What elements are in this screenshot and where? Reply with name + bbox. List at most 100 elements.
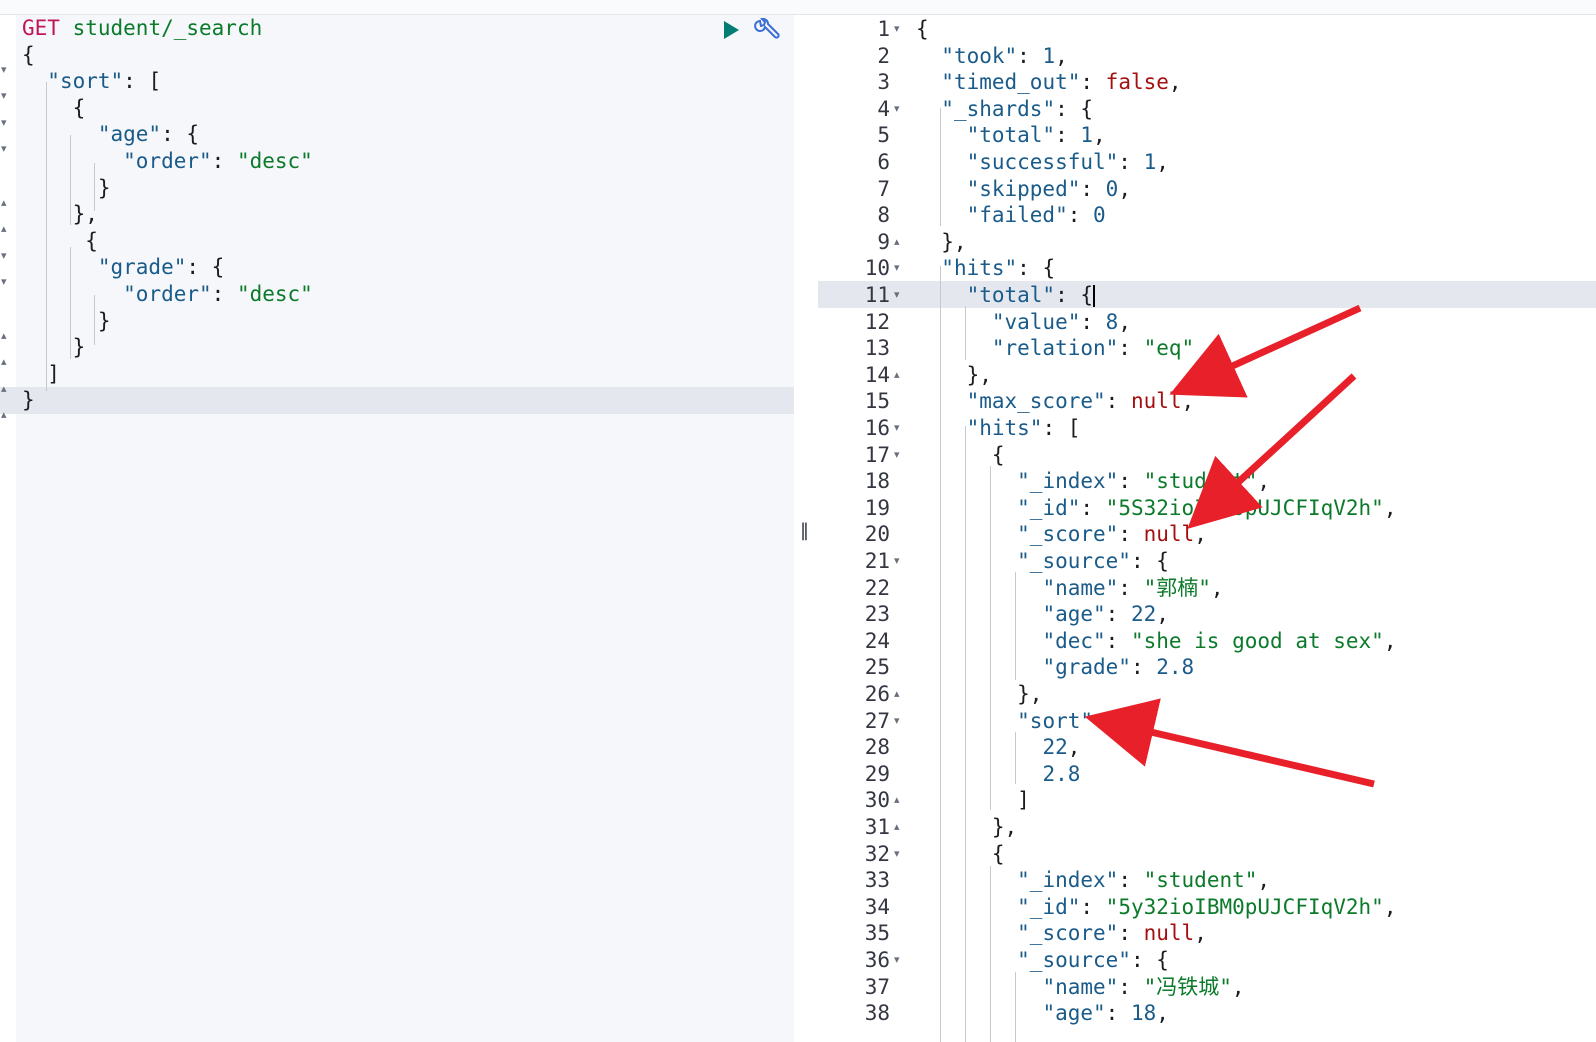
response-code-line[interactable]: "grade": 2.8 xyxy=(916,654,1194,681)
response-code-line[interactable]: "_score": null, xyxy=(916,521,1207,548)
request-code-line[interactable]: { xyxy=(22,42,35,69)
response-code-line[interactable]: "failed": 0 xyxy=(916,202,1106,229)
play-icon[interactable] xyxy=(722,20,740,40)
response-code-line[interactable]: "total": 1, xyxy=(916,122,1106,149)
fold-arrow-icon[interactable]: ▴ xyxy=(894,814,908,841)
response-code-line[interactable]: "_shards": { xyxy=(916,96,1093,123)
line-number: 15 xyxy=(864,389,890,414)
response-code-line[interactable]: "successful": 1, xyxy=(916,149,1169,176)
response-code-line[interactable]: "relation": "eq" xyxy=(916,335,1194,362)
fold-arrow-icon[interactable]: ▾ xyxy=(894,947,908,974)
request-code-line[interactable]: ] xyxy=(22,361,60,388)
response-code-line[interactable]: "_id": "5S32ioIBM0pUJCFIqV2h", xyxy=(916,495,1396,522)
line-number: 32 xyxy=(864,841,890,866)
indent-guide xyxy=(965,306,966,360)
fold-arrow-icon[interactable]: ▴ xyxy=(894,787,908,814)
response-code-line[interactable]: { xyxy=(916,442,1005,469)
fold-arrow-icon[interactable]: ▾ xyxy=(894,841,908,868)
fold-arrow-icon[interactable]: ▾ xyxy=(894,708,908,735)
response-code-line[interactable]: }, xyxy=(916,362,992,389)
wrench-icon[interactable] xyxy=(754,17,780,43)
response-code-line[interactable]: }, xyxy=(916,681,1042,708)
response-code-line[interactable]: ] xyxy=(916,787,1030,814)
line-number: 35 xyxy=(864,921,890,946)
response-code-line[interactable]: "_index": "student", xyxy=(916,867,1270,894)
splitter-grip-icon[interactable]: ‖ xyxy=(800,520,809,541)
fold-arrow-icon[interactable]: ▴ xyxy=(894,229,908,256)
request-code-line[interactable]: { xyxy=(22,95,86,122)
request-method-line[interactable]: GET student/_search xyxy=(22,15,262,42)
fold-arrow-icon[interactable]: ▾ xyxy=(1,269,13,296)
request-method: GET xyxy=(22,16,60,40)
request-path: student/_search xyxy=(72,16,263,40)
fold-arrow-icon[interactable]: ▴ xyxy=(894,681,908,708)
response-code-line[interactable]: "sort": [ xyxy=(916,708,1131,735)
line-number: 8 xyxy=(877,203,890,228)
fold-arrow-icon[interactable]: ▾ xyxy=(894,96,908,123)
response-code-line[interactable]: "_id": "5y32ioIBM0pUJCFIqV2h", xyxy=(916,894,1396,921)
response-code-line[interactable]: { xyxy=(916,841,1005,868)
response-code-line[interactable]: "total": { xyxy=(916,282,1096,309)
fold-arrow-icon[interactable]: ▾ xyxy=(894,255,908,282)
request-code-line[interactable]: } xyxy=(22,334,86,361)
response-code-line[interactable]: { xyxy=(916,16,929,43)
fold-arrow-icon[interactable]: ▴ xyxy=(1,190,13,217)
fold-arrow-icon[interactable]: ▾ xyxy=(1,110,13,137)
request-code-line[interactable]: } xyxy=(22,308,111,335)
request-code-line[interactable]: "order": "desc" xyxy=(22,148,313,175)
response-code-line[interactable]: }, xyxy=(916,229,966,256)
fold-arrow-icon[interactable]: ▴ xyxy=(1,323,13,350)
fold-arrow-icon[interactable]: ▾ xyxy=(894,16,908,43)
response-code-line[interactable]: "dec": "she is good at sex", xyxy=(916,628,1396,655)
line-number: 20 xyxy=(864,522,890,547)
fold-arrow-icon[interactable]: ▾ xyxy=(894,282,908,309)
request-code-line[interactable]: "order": "desc" xyxy=(22,281,313,308)
fold-arrow-icon[interactable]: ▾ xyxy=(1,83,13,110)
response-code-line[interactable]: "value": 8, xyxy=(916,309,1131,336)
fold-arrow-icon[interactable]: ▾ xyxy=(894,442,908,469)
fold-arrow-icon[interactable]: ▾ xyxy=(1,136,13,163)
fold-arrow-icon[interactable]: ▴ xyxy=(1,402,13,429)
request-code-line[interactable]: "grade": { xyxy=(22,254,224,281)
request-code-line[interactable]: }, xyxy=(22,201,98,228)
response-code-line[interactable]: "age": 22, xyxy=(916,601,1168,628)
indent-guide xyxy=(990,466,991,810)
fold-arrow-icon[interactable]: ▴ xyxy=(1,376,13,403)
fold-arrow-icon[interactable]: ▴ xyxy=(1,349,13,376)
response-code-line[interactable]: "max_score": null, xyxy=(916,388,1195,415)
fold-arrow-icon[interactable]: ▾ xyxy=(1,57,13,84)
response-code-line[interactable]: "timed_out": false, xyxy=(916,69,1181,96)
indent-guide xyxy=(990,866,991,1042)
fold-arrow-icon[interactable]: ▾ xyxy=(894,548,908,575)
request-code-line[interactable]: "age": { xyxy=(22,121,199,148)
request-editor-pane[interactable]: GET student/_search{ "sort": [ { "age": … xyxy=(0,15,808,1042)
line-number: 9 xyxy=(877,229,890,254)
line-number: 11 xyxy=(864,283,890,307)
line-number: 21 xyxy=(864,549,890,573)
response-code-line[interactable]: "_source": { xyxy=(916,947,1169,974)
indent-guide xyxy=(70,247,71,359)
fold-arrow-icon[interactable]: ▾ xyxy=(894,415,908,442)
fold-arrow-icon[interactable]: ▴ xyxy=(1,216,13,243)
response-code-line[interactable]: "took": 1, xyxy=(916,43,1067,70)
request-code-line[interactable]: { xyxy=(22,228,98,255)
response-code-line[interactable]: "name": "郭楠", xyxy=(916,575,1223,602)
request-code-line[interactable]: "sort": [ xyxy=(22,68,161,95)
fold-arrow-icon[interactable]: ▴ xyxy=(894,362,908,389)
fold-arrow-icon[interactable]: ▾ xyxy=(1,243,13,270)
response-code-line[interactable]: "hits": { xyxy=(916,255,1055,282)
response-code-line[interactable]: "skipped": 0, xyxy=(916,176,1131,203)
response-code-line[interactable]: }, xyxy=(916,814,1017,841)
request-code-line[interactable]: } xyxy=(22,175,111,202)
line-number: 13 xyxy=(864,336,890,361)
request-editor-surface[interactable]: GET student/_search{ "sort": [ { "age": … xyxy=(0,15,794,1042)
response-code-line[interactable]: "_score": null, xyxy=(916,920,1207,947)
line-number: 19 xyxy=(864,495,890,520)
line-number: 24 xyxy=(864,628,890,653)
response-code-line[interactable]: "age": 18, xyxy=(916,1000,1168,1027)
response-code-line[interactable]: "_index": "student", xyxy=(916,468,1270,495)
line-number: 14 xyxy=(864,362,890,387)
response-code-line[interactable]: "_source": { xyxy=(916,548,1169,575)
request-code-line[interactable]: } xyxy=(22,387,35,414)
response-viewer-pane[interactable]: 1 ▾{2 "took": 1, 3 "timed_out": false, 4 ▾ "… xyxy=(818,15,1596,1042)
